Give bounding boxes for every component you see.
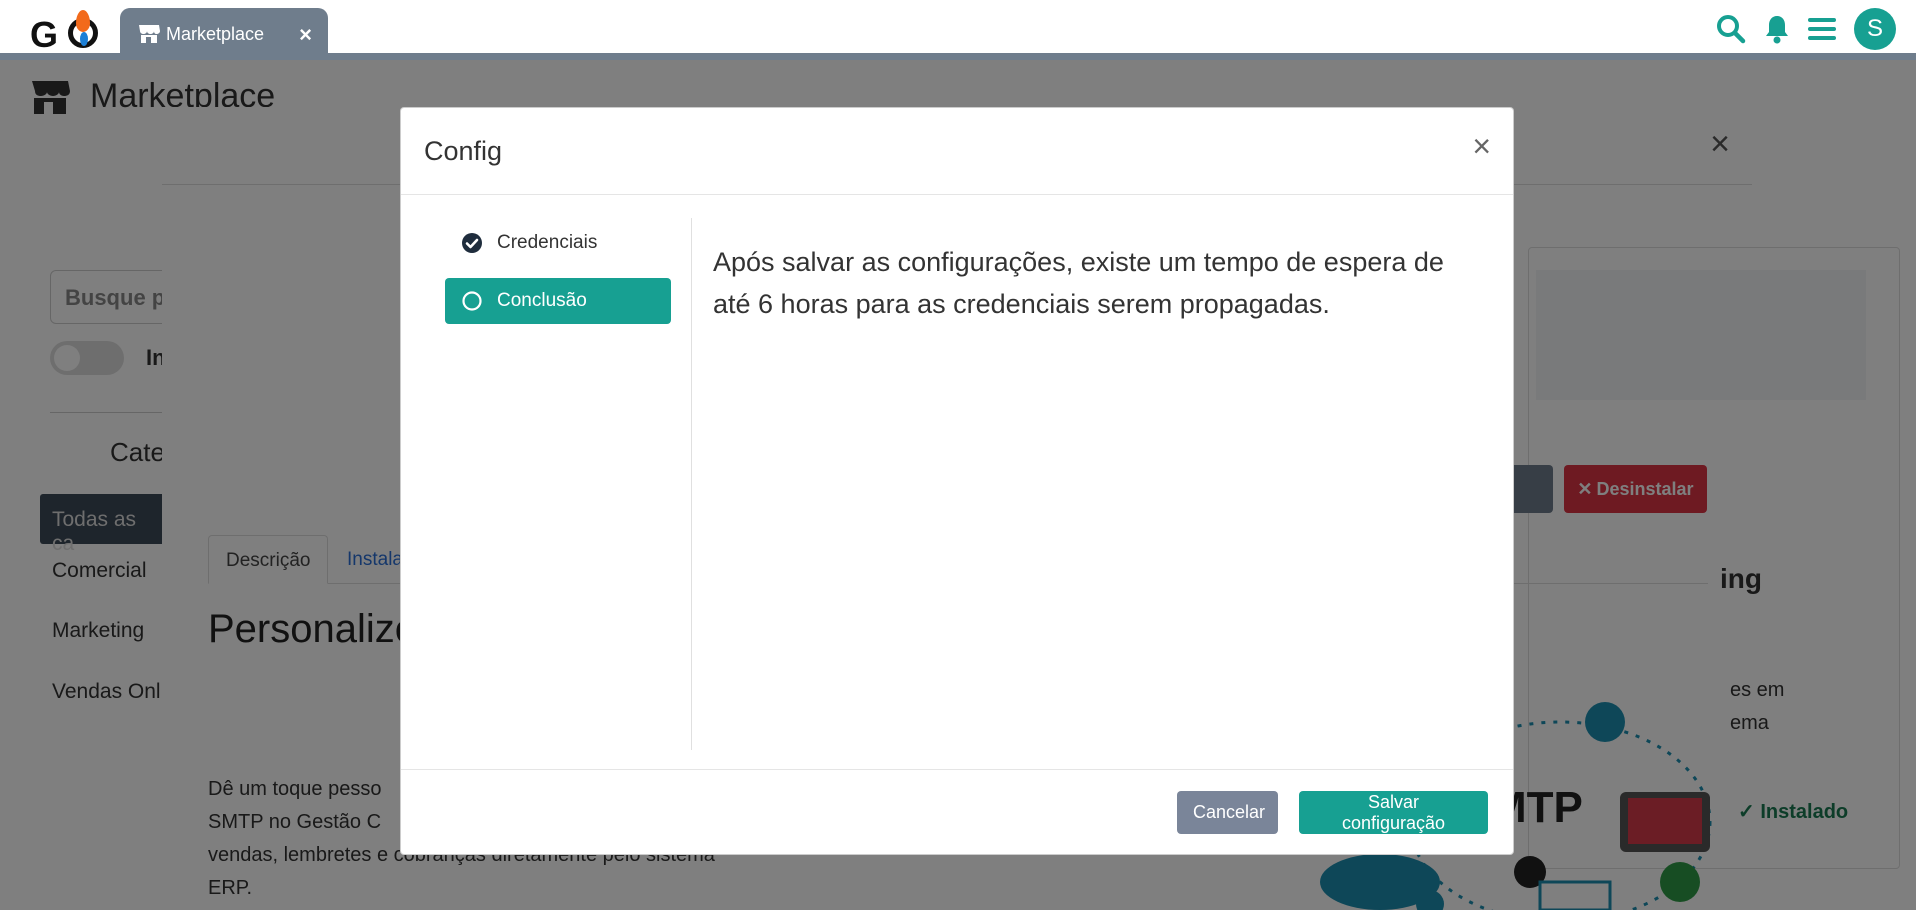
step-conclusao[interactable]: Conclusão bbox=[445, 278, 671, 324]
bell-icon[interactable] bbox=[1764, 14, 1790, 44]
tab-close-icon[interactable]: × bbox=[299, 22, 312, 48]
store-icon bbox=[139, 25, 160, 43]
step-credenciais[interactable]: Credenciais bbox=[445, 220, 671, 266]
modal-header: Config × bbox=[401, 108, 1513, 195]
divider bbox=[691, 218, 692, 750]
tab-marketplace[interactable]: Marketplace × bbox=[120, 8, 328, 60]
wizard-steps: Credenciais Conclusão bbox=[445, 220, 671, 336]
cancel-button[interactable]: Cancelar bbox=[1177, 791, 1278, 834]
step-label: Credenciais bbox=[497, 232, 598, 253]
step-content: Após salvar as configurações, existe um … bbox=[713, 247, 1444, 319]
check-circle-icon bbox=[462, 233, 482, 253]
config-modal: Config × Credenciais Conclusão Após salv… bbox=[400, 107, 1514, 855]
circle-icon bbox=[462, 291, 482, 311]
tab-label: Marketplace bbox=[166, 23, 265, 44]
step-label: Conclusão bbox=[497, 290, 587, 311]
menu-icon[interactable] bbox=[1808, 16, 1836, 42]
search-icon[interactable] bbox=[1716, 14, 1746, 44]
top-bar: G Marketplace × S bbox=[0, 0, 1916, 60]
app-logo[interactable]: G bbox=[30, 10, 100, 55]
close-icon[interactable]: × bbox=[1472, 128, 1491, 165]
modal-title: Config bbox=[424, 136, 503, 166]
avatar[interactable]: S bbox=[1854, 8, 1896, 50]
save-config-button[interactable]: Salvar configuração bbox=[1299, 791, 1488, 834]
